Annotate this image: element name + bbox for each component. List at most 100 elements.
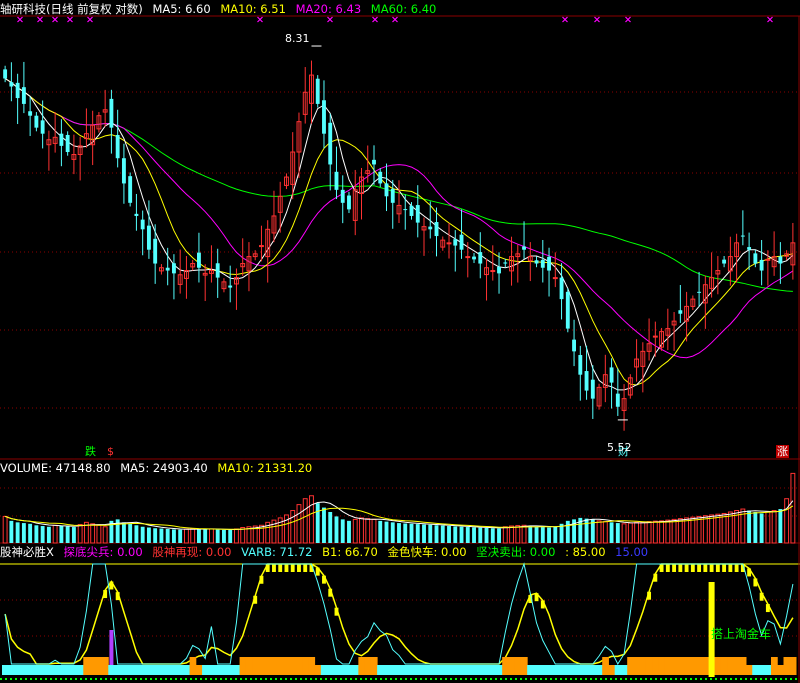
- candle-body: [759, 259, 764, 271]
- volume-bar: [709, 514, 715, 544]
- volume-bar: [671, 518, 677, 544]
- indicator-block: [539, 665, 547, 675]
- candle-body: [409, 205, 414, 216]
- indicator-block: [552, 665, 559, 675]
- indicator-block: [689, 657, 697, 675]
- volume-bar: [690, 516, 696, 544]
- indicator-block: [452, 665, 459, 675]
- volume-bar: [371, 518, 377, 544]
- candle-body: [472, 256, 476, 260]
- indicator-block: [733, 657, 741, 675]
- volume-bar: [183, 528, 189, 544]
- golden-car-text: 搭上淘金车: [711, 627, 772, 641]
- candle-body: [3, 69, 8, 79]
- volume-bar: [696, 515, 702, 544]
- indicator-block: [258, 657, 266, 675]
- candle-body: [522, 246, 526, 250]
- indicator-block: [183, 665, 191, 675]
- indicator-block: [8, 665, 16, 675]
- candle-body: [753, 253, 758, 264]
- indicator-block: [414, 665, 422, 675]
- indicator-block: [558, 665, 566, 675]
- indicator-block: [164, 665, 172, 675]
- volume-bar: [209, 528, 214, 544]
- low-label: 5.52: [607, 441, 632, 454]
- volume-bar: [134, 525, 139, 543]
- volume-bar: [196, 528, 201, 543]
- volume-bar: [434, 525, 439, 543]
- candles: [3, 45, 796, 431]
- volume-bar: [472, 527, 476, 543]
- volume-bar: [584, 518, 589, 543]
- candle-body: [322, 100, 326, 134]
- indicator-block: [170, 665, 178, 675]
- volume-bar: [90, 523, 96, 544]
- volume-bar: [771, 510, 777, 544]
- candle-body: [115, 134, 120, 159]
- volume-bar: [428, 524, 433, 543]
- indicator-block: [108, 665, 116, 675]
- indicator-block: [545, 665, 553, 675]
- indicator-block: [445, 665, 453, 675]
- volume-bar: [46, 526, 51, 543]
- volume-bar: [547, 527, 551, 543]
- volume-bar: [659, 520, 665, 544]
- candle-body: [584, 371, 589, 391]
- candle-body: [615, 393, 620, 407]
- indicator-block: [745, 665, 753, 675]
- indicator-block: [1, 665, 9, 675]
- indicator-block: [64, 665, 72, 675]
- candle-body: [328, 122, 333, 165]
- candle-body: [65, 134, 70, 153]
- volume-bar: [652, 520, 658, 544]
- volume-bar: [71, 527, 76, 543]
- indicator-block: [620, 665, 628, 675]
- indicator-block: [333, 665, 341, 675]
- volume-bar: [502, 526, 508, 544]
- indicator-block: [345, 665, 353, 675]
- volume-bar: [415, 524, 420, 543]
- volume-bar: [234, 528, 239, 544]
- s-flag: $: [107, 445, 114, 458]
- volume-ma10-label: MA10: 21331.20: [217, 461, 313, 475]
- candle-body: [59, 133, 64, 146]
- volume-bar: [340, 519, 345, 543]
- candle-body: [215, 263, 220, 278]
- candle-body: [153, 238, 158, 264]
- indicator-block: [527, 665, 534, 675]
- indicator-block: [189, 657, 197, 675]
- volume-bar: [784, 498, 790, 544]
- indicator-block: [595, 665, 603, 675]
- high-label: 8.31: [285, 32, 310, 45]
- volume-bar: [302, 498, 308, 544]
- volume-bar: [640, 521, 646, 544]
- volume-bar: [759, 513, 764, 543]
- volume-label: VOLUME: 47148.80: [0, 461, 111, 475]
- volume-bar: [40, 526, 45, 543]
- indicator-block: [45, 665, 53, 675]
- indicator-block: [752, 665, 759, 675]
- volume-bar: [646, 521, 652, 544]
- candle-body: [165, 267, 170, 271]
- candle-body: [334, 171, 339, 190]
- volume-bar: [409, 523, 414, 543]
- candle-body: [547, 256, 551, 271]
- indicator-block: [489, 665, 497, 675]
- indicator-block: [102, 657, 109, 675]
- volume-bar: [228, 530, 233, 543]
- indicator-block: [783, 657, 791, 675]
- indicator-block: [633, 657, 641, 675]
- indicator-block: [702, 657, 709, 675]
- volume-bar: [665, 519, 671, 544]
- indicator-block: [477, 665, 484, 675]
- volume-bar: [465, 527, 470, 543]
- indicator-block: [364, 657, 372, 675]
- candle-body: [171, 263, 176, 274]
- indicator-header: 股神必胜X 探底尖兵: 0.00 股神再现: 0.00 VARB: 71.72 …: [0, 545, 654, 559]
- volume-bar: [52, 524, 58, 544]
- indicator-block: [77, 665, 84, 675]
- candle-body: [478, 252, 483, 264]
- candle-body: [109, 98, 114, 128]
- indicator-block: [89, 657, 97, 675]
- indicator-block: [14, 665, 22, 675]
